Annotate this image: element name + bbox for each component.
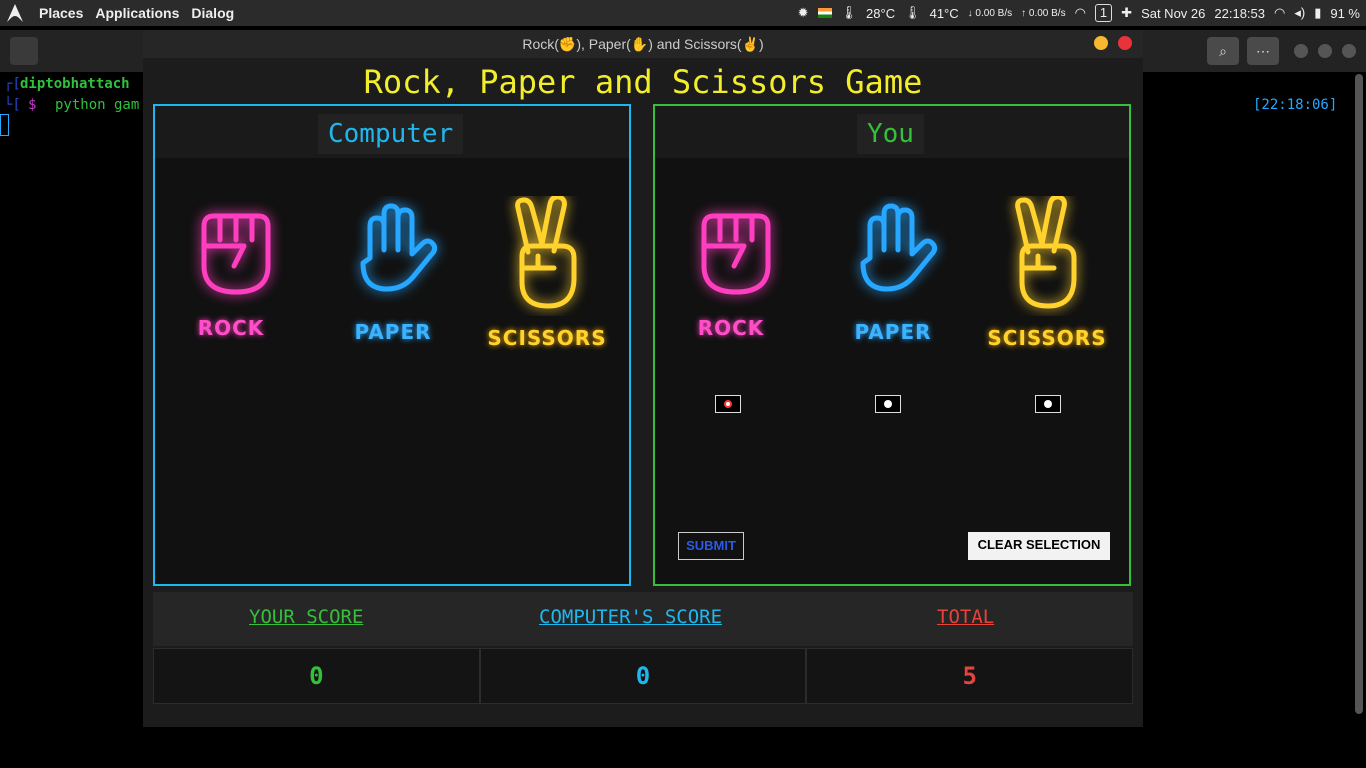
rock-fist-icon — [201, 213, 271, 295]
date-label[interactable]: Sat Nov 26 — [1141, 6, 1205, 21]
scissors-hand-icon — [515, 194, 577, 309]
thermometer-icon: 🌡 — [904, 5, 921, 20]
submit-button[interactable]: SUBMIT — [678, 532, 744, 560]
radio-dot — [724, 400, 732, 408]
menu-places[interactable]: Places — [39, 5, 83, 21]
you-paper-label: PAPER — [854, 320, 932, 344]
net-download: ↓ 0.00 B/s — [967, 7, 1013, 19]
battery-percent: 91 % — [1330, 5, 1360, 21]
wifi-signal-icon[interactable]: ◠ — [1075, 5, 1086, 21]
computer-paper-label: PAPER — [354, 320, 432, 344]
you-paper[interactable]: PAPER — [833, 196, 953, 344]
time-label[interactable]: 22:18:53 — [1214, 6, 1265, 21]
battery-icon[interactable]: ▮ — [1314, 5, 1321, 21]
wifi-icon[interactable]: ◠ — [1274, 5, 1285, 21]
terminal-bracket: ┌[ — [4, 76, 21, 92]
terminal-maximize-icon[interactable] — [1318, 44, 1332, 58]
clear-selection-button[interactable]: CLEAR SELECTION — [968, 532, 1110, 560]
terminal-minimize-icon[interactable] — [1294, 44, 1308, 58]
close-icon[interactable] — [1118, 36, 1132, 50]
terminal-close-icon[interactable] — [1342, 44, 1356, 58]
gpu-temp: 41°C — [929, 5, 959, 21]
computer-score-label: COMPUTER'S SCORE — [539, 606, 723, 628]
paper-radio[interactable] — [875, 395, 901, 413]
arch-logo-icon[interactable] — [5, 3, 25, 23]
terminal-clock: [22:18:06] — [1253, 97, 1338, 113]
settings-gear-icon[interactable]: ✹ — [798, 5, 809, 21]
score-values: 0 0 5 — [153, 648, 1134, 704]
thermometer-icon: 🌡 — [840, 5, 858, 20]
terminal-tab-icon[interactable] — [10, 37, 38, 65]
window-title: Rock(✊), Paper(✋) and Scissors(✌) — [143, 30, 1143, 58]
radio-dot — [884, 400, 892, 408]
menu-applications[interactable]: Applications — [95, 5, 179, 21]
net-upload: ↑ 0.00 B/s — [1021, 7, 1066, 19]
top-panel: Places Applications Dialog ✹ 🌡 28°C 🌡 41… — [0, 0, 1366, 26]
workspace-indicator[interactable]: 1 — [1094, 4, 1113, 22]
you-scissors[interactable]: SCISSORS — [987, 194, 1107, 350]
rock-radio[interactable] — [715, 395, 741, 413]
terminal-command: python gam — [55, 97, 140, 113]
computer-scissors-label: SCISSORS — [487, 326, 607, 350]
score-header: YOUR SCORE COMPUTER'S SCORE TOTAL — [153, 592, 1133, 646]
extensions-puzzle-icon[interactable]: ✚ — [1121, 5, 1132, 21]
minimize-icon[interactable] — [1094, 36, 1108, 50]
terminal-cursor — [0, 114, 9, 136]
you-rock-label: ROCK — [697, 316, 765, 340]
menu-dialog[interactable]: Dialog — [191, 5, 234, 21]
you-rock[interactable]: ROCK — [671, 196, 791, 340]
radio-dot — [1044, 400, 1052, 408]
rock-fist-icon — [701, 213, 771, 295]
computer-score-value: 0 — [479, 648, 807, 704]
computer-rock-label: ROCK — [197, 316, 265, 340]
volume-icon[interactable]: ◂) — [1294, 5, 1305, 21]
paper-hand-icon — [360, 203, 438, 292]
you-title: You — [857, 114, 924, 154]
paper-hand-icon — [860, 203, 938, 292]
terminal-user: diptobhattach — [20, 76, 130, 92]
terminal-bracket: └[ — [4, 97, 21, 113]
you-scissors-label: SCISSORS — [987, 326, 1107, 350]
terminal-prompt: $ — [28, 97, 37, 113]
computer-title: Computer — [318, 114, 464, 154]
cpu-temp: 28°C — [866, 5, 896, 21]
game-title: Rock, Paper and Scissors Game — [363, 63, 923, 101]
your-score-value: 0 — [153, 648, 480, 704]
terminal-menu-icon[interactable]: ⋯ — [1247, 37, 1279, 65]
computer-rock: ROCK — [171, 196, 291, 340]
computer-scissors: SCISSORS — [487, 194, 607, 350]
total-label: TOTAL — [937, 606, 995, 628]
total-value: 5 — [806, 648, 1134, 704]
scissors-radio[interactable] — [1035, 395, 1061, 413]
terminal-search-icon[interactable]: ⌕ — [1207, 37, 1239, 65]
computer-paper: PAPER — [333, 196, 453, 344]
scissors-hand-icon — [1015, 194, 1077, 309]
your-score-label: YOUR SCORE — [249, 606, 364, 628]
keyboard-layout-flag-icon[interactable] — [817, 8, 832, 18]
terminal-scrollbar[interactable] — [1355, 74, 1363, 714]
